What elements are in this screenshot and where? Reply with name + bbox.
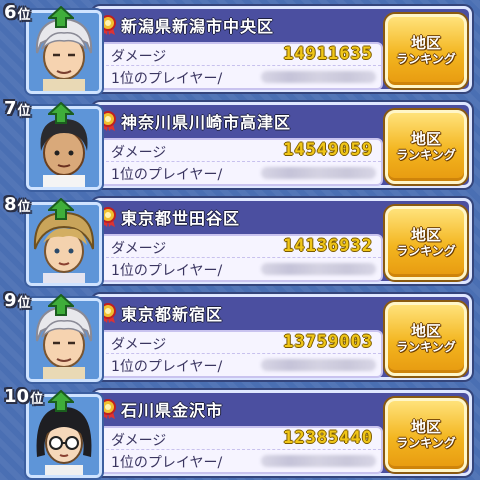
damage-value: 14549059 xyxy=(283,140,373,160)
button-label-ranking: ランキング xyxy=(396,243,456,258)
area-ranking-button[interactable]: 地区 ランキング xyxy=(385,14,467,88)
damage-label: ダメージ xyxy=(111,241,167,257)
area-ranking-button[interactable]: 地区 ランキング xyxy=(385,110,467,184)
rank-number: 6位 xyxy=(4,2,31,23)
top-player-label: 1位のプレイヤー/ xyxy=(111,263,223,279)
damage-row: ダメージ 12385440 xyxy=(101,428,381,450)
damage-row: ダメージ 14136932 xyxy=(101,236,381,258)
top-player-row: 1位のプレイヤー/ xyxy=(101,354,381,375)
damage-value: 13759003 xyxy=(283,332,373,352)
damage-value: 14911635 xyxy=(283,44,373,64)
rank-number: 9位 xyxy=(4,290,31,311)
area-line: 東京都世田谷区 xyxy=(99,203,379,231)
up-arrow-icon xyxy=(48,6,74,28)
blurred-player-name xyxy=(261,263,376,275)
top-player-row: 1位のプレイヤー/ xyxy=(101,450,381,471)
top-player-label: 1位のプレイヤー/ xyxy=(111,359,223,375)
button-label-ranking: ランキング xyxy=(396,339,456,354)
damage-row: ダメージ 14549059 xyxy=(101,140,381,162)
area-ranking-button[interactable]: 地区 ランキング xyxy=(385,206,467,280)
ranking-card: 神奈川県川崎市高津区 ダメージ 14549059 1位のプレイヤー/ 地区 ラン… xyxy=(92,102,472,188)
blurred-player-name xyxy=(261,455,376,467)
button-label-ranking: ランキング xyxy=(396,51,456,66)
button-label-area: 地区 xyxy=(410,130,441,149)
area-name: 東京都新宿区 xyxy=(121,305,224,324)
ranking-row: 7位 神奈川県川崎市高津区 ダメージ 14549059 1位のプレイヤー/ 地区… xyxy=(0,96,480,190)
ranking-card: 東京都世田谷区 ダメージ 14136932 1位のプレイヤー/ 地区 ランキング xyxy=(92,198,472,284)
stats-box: ダメージ 13759003 1位のプレイヤー/ xyxy=(99,330,383,378)
ranking-row: 9位 東京都新宿区 ダメージ 13759003 1位のプレイヤー/ 地区 ランキ… xyxy=(0,288,480,382)
ranking-row: 8位 東京都世田谷区 ダメージ 14136932 1位のプレイヤー/ 地区 ラン… xyxy=(0,192,480,286)
ranking-row: 10 位 石川県金沢市 ダメージ 12385440 1位のプレイヤー/ 地区 ラ… xyxy=(0,384,480,478)
stats-box: ダメージ 14911635 1位のプレイヤー/ xyxy=(99,42,383,90)
area-ranking-button[interactable]: 地区 ランキング xyxy=(385,398,467,472)
ranking-card: 東京都新宿区 ダメージ 13759003 1位のプレイヤー/ 地区 ランキング xyxy=(92,294,472,380)
up-arrow-icon xyxy=(48,390,74,412)
rank-number: 10 位 xyxy=(4,386,44,407)
regional-ranking-list: 6位 新潟県新潟市中央区 ダメージ 14911635 1位のプレイヤー/ 地区 … xyxy=(0,0,480,480)
ranking-card: 石川県金沢市 ダメージ 12385440 1位のプレイヤー/ 地区 ランキング xyxy=(92,390,472,476)
button-label-ranking: ランキング xyxy=(396,147,456,162)
button-label-area: 地区 xyxy=(410,226,441,245)
area-name: 神奈川県川崎市高津区 xyxy=(121,113,292,132)
ranking-row: 6位 新潟県新潟市中央区 ダメージ 14911635 1位のプレイヤー/ 地区 … xyxy=(0,0,480,94)
button-label-ranking: ランキング xyxy=(396,435,456,450)
stats-box: ダメージ 14549059 1位のプレイヤー/ xyxy=(99,138,383,186)
damage-label: ダメージ xyxy=(111,145,167,161)
ranking-card: 新潟県新潟市中央区 ダメージ 14911635 1位のプレイヤー/ 地区 ランキ… xyxy=(92,6,472,92)
top-player-row: 1位のプレイヤー/ xyxy=(101,162,381,183)
area-line: 石川県金沢市 xyxy=(99,395,379,423)
up-arrow-icon xyxy=(48,294,74,316)
blurred-player-name xyxy=(261,359,376,371)
area-name: 東京都世田谷区 xyxy=(121,209,241,228)
top-player-row: 1位のプレイヤー/ xyxy=(101,258,381,279)
top-player-label: 1位のプレイヤー/ xyxy=(111,455,223,471)
top-player-label: 1位のプレイヤー/ xyxy=(111,71,223,87)
damage-row: ダメージ 13759003 xyxy=(101,332,381,354)
stats-box: ダメージ 14136932 1位のプレイヤー/ xyxy=(99,234,383,282)
damage-label: ダメージ xyxy=(111,433,167,449)
top-player-row: 1位のプレイヤー/ xyxy=(101,66,381,87)
blurred-player-name xyxy=(261,167,376,179)
area-line: 新潟県新潟市中央区 xyxy=(99,11,379,39)
area-ranking-button[interactable]: 地区 ランキング xyxy=(385,302,467,376)
button-label-area: 地区 xyxy=(410,34,441,53)
up-arrow-icon xyxy=(48,102,74,124)
area-line: 東京都新宿区 xyxy=(99,299,379,327)
up-arrow-icon xyxy=(48,198,74,220)
damage-value: 12385440 xyxy=(283,428,373,448)
damage-label: ダメージ xyxy=(111,337,167,353)
rank-number: 8位 xyxy=(4,194,31,215)
area-name: 石川県金沢市 xyxy=(121,401,224,420)
stats-box: ダメージ 12385440 1位のプレイヤー/ xyxy=(99,426,383,474)
damage-row: ダメージ 14911635 xyxy=(101,44,381,66)
rank-number: 7位 xyxy=(4,98,31,119)
damage-value: 14136932 xyxy=(283,236,373,256)
damage-label: ダメージ xyxy=(111,49,167,65)
top-player-label: 1位のプレイヤー/ xyxy=(111,167,223,183)
button-label-area: 地区 xyxy=(410,418,441,437)
area-line: 神奈川県川崎市高津区 xyxy=(99,107,379,135)
button-label-area: 地区 xyxy=(410,322,441,341)
area-name: 新潟県新潟市中央区 xyxy=(121,17,275,36)
blurred-player-name xyxy=(261,71,376,83)
